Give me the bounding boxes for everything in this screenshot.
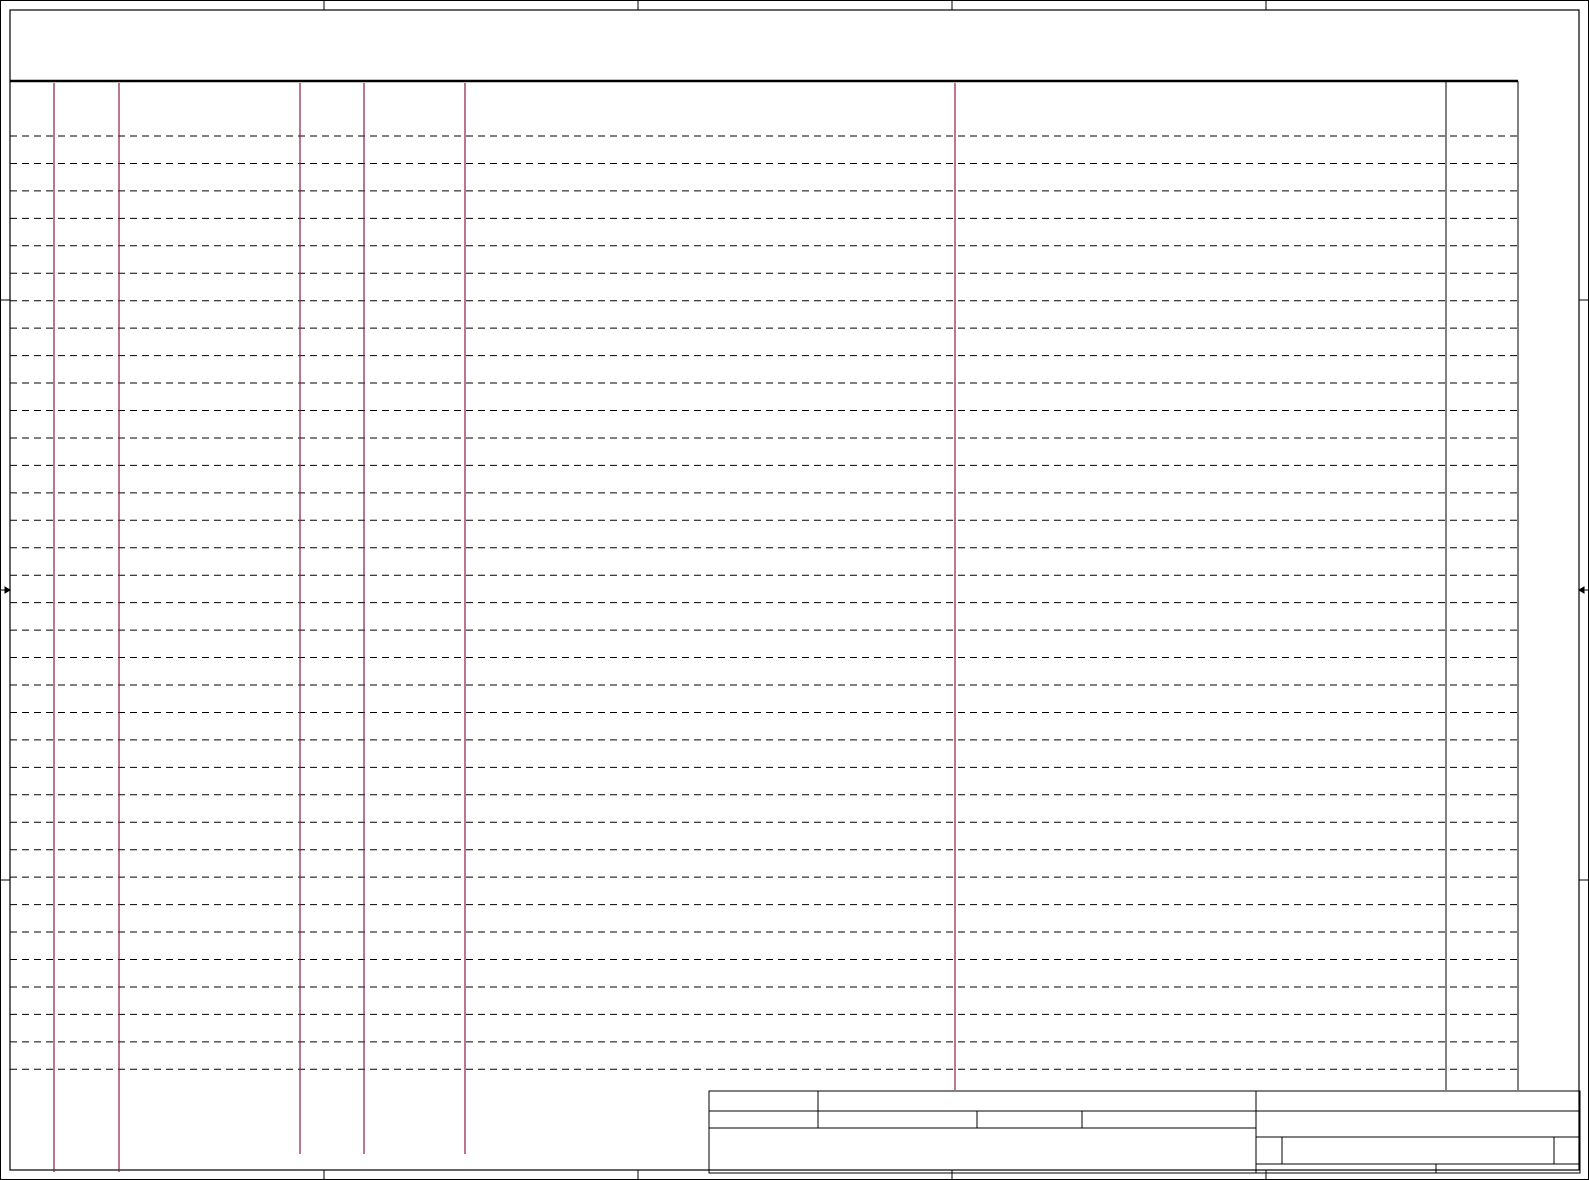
drawing-sheet xyxy=(0,0,1589,1180)
sheet-background xyxy=(0,0,1589,1180)
